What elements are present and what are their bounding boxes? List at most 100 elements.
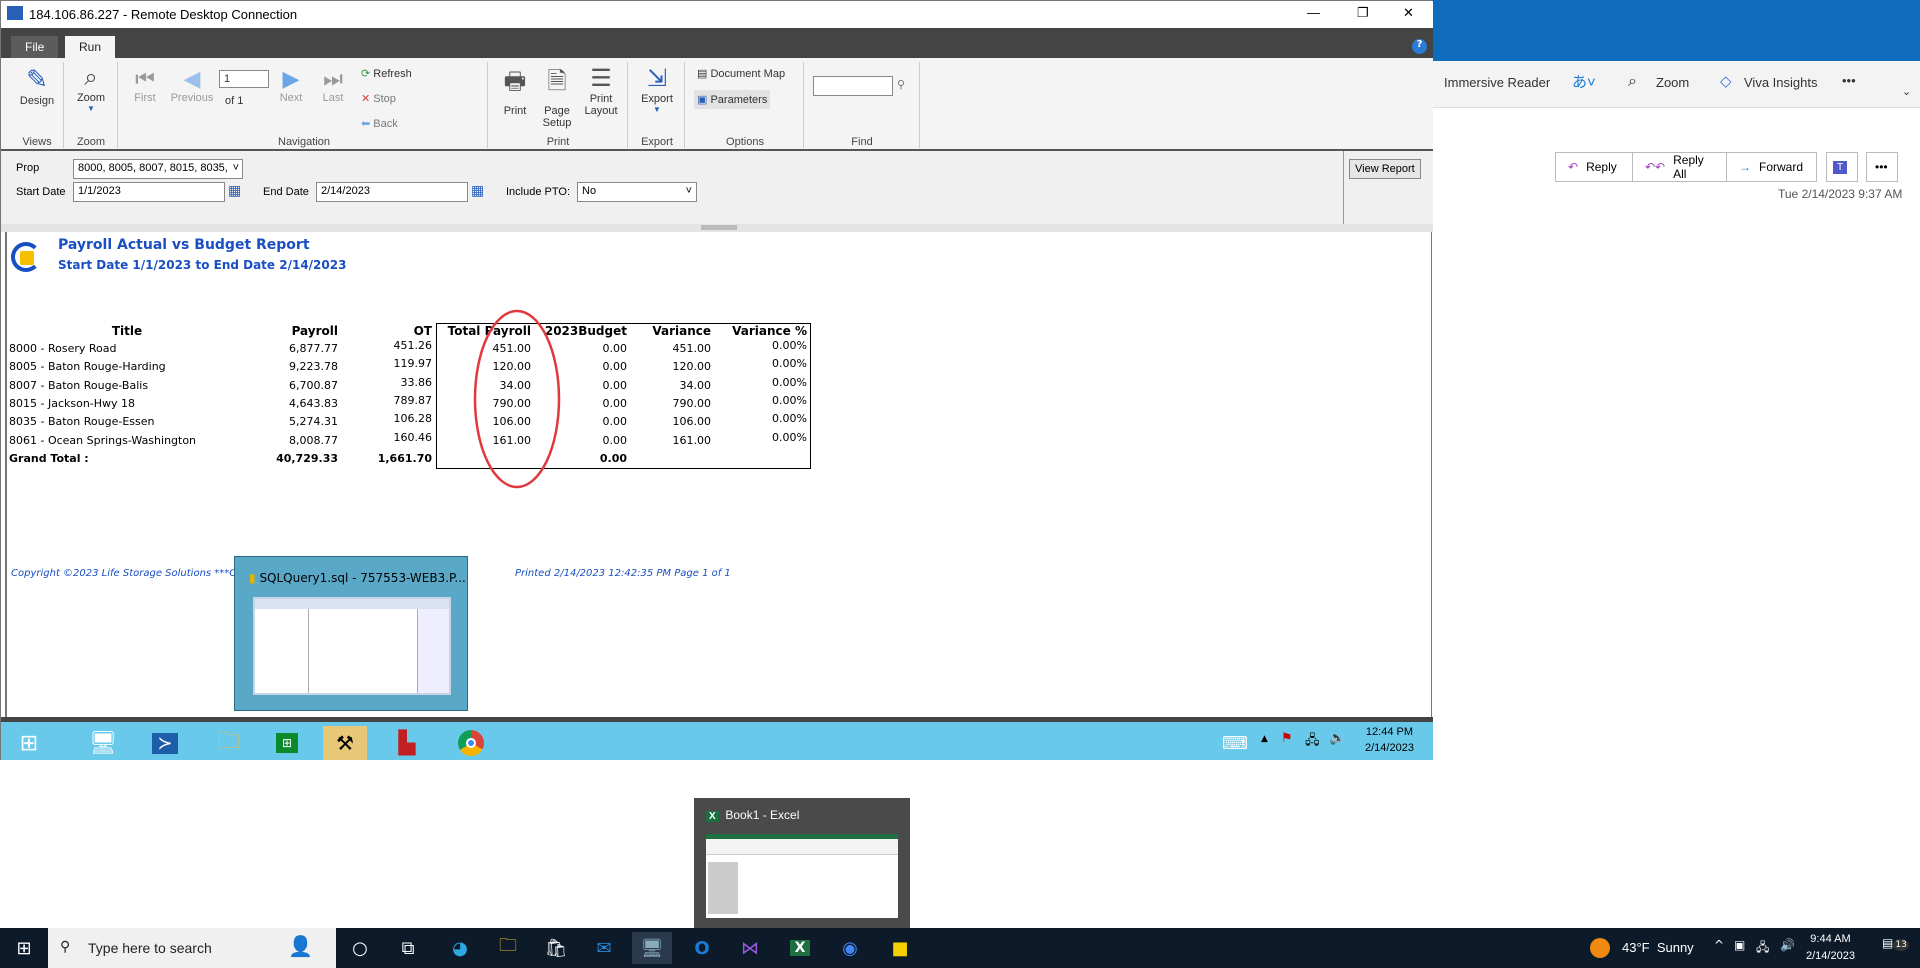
cell-variance-pct: 0.00% (772, 357, 807, 371)
reply-button[interactable]: ↶ Reply (1555, 152, 1633, 182)
find-input[interactable] (813, 76, 893, 96)
action-center-icon[interactable]: ⚑ (1281, 731, 1293, 746)
print-layout-label-2: Layout (584, 105, 618, 117)
zoom-button[interactable]: Zoom (1656, 75, 1689, 90)
windows-start-icon[interactable]: ⊞ (7, 726, 51, 760)
restore-button[interactable]: ❐ (1357, 5, 1369, 21)
task-view-icon[interactable]: ⧉ (388, 932, 428, 964)
parameters-button[interactable]: ▣ Parameters (694, 90, 771, 109)
include-pto-select[interactable]: No ˅ (577, 182, 697, 202)
binoculars-icon[interactable]: ⚲ (897, 78, 905, 91)
prop-select[interactable]: 8000, 8005, 8007, 8015, 8035, ˅ (73, 159, 243, 179)
network-icon[interactable]: 🖧 (1756, 938, 1769, 959)
excel-preview-title: X Book1 - Excel (706, 808, 799, 822)
system-clock[interactable]: 9:44 AM 2/14/2023 (1806, 931, 1855, 965)
divider (684, 62, 685, 148)
collapse-handle[interactable] (701, 225, 737, 230)
file-explorer-icon[interactable]: 🗀 (488, 932, 528, 964)
ribbon: ✎ Design Views ⌕ Zoom ▼ Zoom ⏮ First ◀ Previo… (1, 58, 1433, 151)
views-group-label: Views (22, 136, 52, 148)
zoom-button[interactable]: ⌕ Zoom ▼ (69, 64, 113, 113)
immersive-reader-button[interactable]: Immersive Reader (1444, 75, 1550, 90)
keyboard-icon[interactable]: ⌨ (1213, 726, 1257, 760)
remote-desktop-window: 184.106.86.227 - Remote Desktop Connecti… (0, 0, 1433, 760)
minimize-button[interactable]: — (1307, 5, 1320, 20)
sql-preview-title: ▮ SQLQuery1.sql - 757553-WEB3.P... (249, 571, 466, 585)
excel-window-preview[interactable]: X Book1 - Excel (694, 798, 910, 928)
calendar-icon[interactable]: ▦ (471, 182, 484, 199)
notifications-icon[interactable]: ▤ 13 (1882, 936, 1909, 951)
chrome-icon[interactable]: ◉ (830, 932, 870, 964)
reply-all-icon: ↶↶ (1645, 160, 1666, 174)
show-hidden-icons[interactable]: ^ (1714, 938, 1724, 952)
print-layout-button[interactable]: ☰ Print Layout (581, 64, 621, 117)
design-button[interactable]: ✎ Design (15, 64, 59, 107)
start-date-label: Start Date (16, 186, 66, 198)
parameters-splitter[interactable] (1, 224, 1433, 232)
close-button[interactable]: ✕ (1403, 5, 1414, 21)
file-explorer-icon[interactable]: 🗀 (207, 726, 251, 760)
excel-icon[interactable]: X (780, 932, 820, 964)
report-builder-icon[interactable]: ▙ (385, 726, 429, 760)
cortana-icon[interactable]: ○ (340, 932, 380, 964)
weather-icon[interactable] (1590, 938, 1610, 958)
tab-run[interactable]: Run (65, 36, 116, 58)
page-count: of 1 (225, 95, 244, 107)
outlook-icon[interactable]: O (682, 932, 722, 964)
viva-insights-button[interactable]: Viva Insights (1744, 75, 1817, 90)
page-number-input[interactable]: 1 (219, 70, 269, 88)
pto-value: No (582, 185, 597, 197)
windows-taskbar: ⊞ ⚲ Type here to search 👤 ○ ⧉ ◕ 🗀 🛍 ✉ 🖥 … (0, 928, 1920, 968)
translate-icon[interactable]: あ˅ (1572, 71, 1596, 92)
sql-window-preview[interactable]: ▮ SQLQuery1.sql - 757553-WEB3.P... (234, 556, 468, 711)
previous-page-button[interactable]: ◀ Previous (167, 66, 217, 104)
edge-icon[interactable]: ◕ (440, 932, 480, 964)
server-manager-icon[interactable]: 🖥 (81, 726, 125, 760)
more-actions-button[interactable]: ••• (1866, 152, 1898, 182)
chrome-icon[interactable] (449, 726, 493, 760)
windows-start-icon[interactable]: ⊞ (4, 932, 44, 964)
view-report-button[interactable]: View Report (1349, 159, 1421, 179)
search-box[interactable]: ⚲ Type here to search 👤 (48, 928, 336, 968)
start-date-input[interactable]: 1/1/2023 (73, 182, 225, 202)
remote-clock[interactable]: 12:44 PM 2/14/2023 (1365, 724, 1414, 756)
remote-desktop-icon[interactable]: 🖥 (632, 932, 672, 964)
volume-icon[interactable]: 🔊 (1780, 938, 1795, 952)
mail-icon[interactable]: ✉ (584, 932, 624, 964)
page-setup-label: Page (544, 105, 570, 117)
store-icon[interactable]: 🛍 (536, 932, 576, 964)
powershell-icon[interactable]: ≻ (143, 726, 187, 760)
help-icon[interactable]: ? (1412, 39, 1427, 54)
export-button[interactable]: ⇲ Export ▼ (635, 64, 679, 114)
sticky-notes-icon[interactable]: ■ (880, 932, 920, 964)
chevron-down-icon[interactable]: ⌄ (1902, 85, 1911, 98)
store-icon[interactable]: ⊞ (265, 726, 309, 760)
forward-button[interactable]: → Forward (1726, 152, 1817, 182)
calendar-icon[interactable]: ▦ (228, 182, 241, 199)
ssms-taskbar-icon[interactable]: ⚒ (323, 726, 367, 760)
weather-text[interactable]: 43°F Sunny (1622, 940, 1694, 955)
teams-button[interactable]: T (1826, 152, 1858, 182)
network-icon[interactable]: 🖧 (1305, 731, 1320, 753)
document-map-button[interactable]: ▤ Document Map (697, 67, 785, 80)
reply-all-button[interactable]: ↶↶ Reply All (1632, 152, 1727, 182)
next-page-button[interactable]: ▶ Next (271, 66, 311, 104)
meet-now-icon[interactable]: ▣ (1734, 938, 1745, 952)
ribbon-tab-strip: File Run ? (1, 28, 1433, 58)
visual-studio-icon[interactable]: ⋈ (730, 932, 770, 964)
end-date-input[interactable]: 2/14/2023 (316, 182, 468, 202)
page-setup-button[interactable]: 🗎 Page Setup (537, 64, 577, 129)
refresh-button[interactable]: ⟳ Refresh (361, 67, 412, 80)
back-button[interactable]: ⬅ Back (361, 117, 398, 130)
show-hidden-icons[interactable]: ▲ (1261, 734, 1268, 744)
last-page-button[interactable]: ⏭ Last (313, 66, 353, 104)
first-page-button[interactable]: ⏮ First (125, 66, 165, 104)
volume-icon[interactable]: 🔈 (1329, 731, 1345, 746)
print-button[interactable]: 🖶 Print (495, 64, 535, 117)
notification-count: 13 (1893, 939, 1909, 951)
tab-file[interactable]: File (11, 36, 59, 58)
zoom-icon: ⌕ (1628, 73, 1637, 90)
stop-button[interactable]: ✕ Stop (361, 92, 396, 105)
more-button[interactable]: ••• (1842, 73, 1856, 88)
message-timestamp: Tue 2/14/2023 9:37 AM (1778, 187, 1903, 201)
